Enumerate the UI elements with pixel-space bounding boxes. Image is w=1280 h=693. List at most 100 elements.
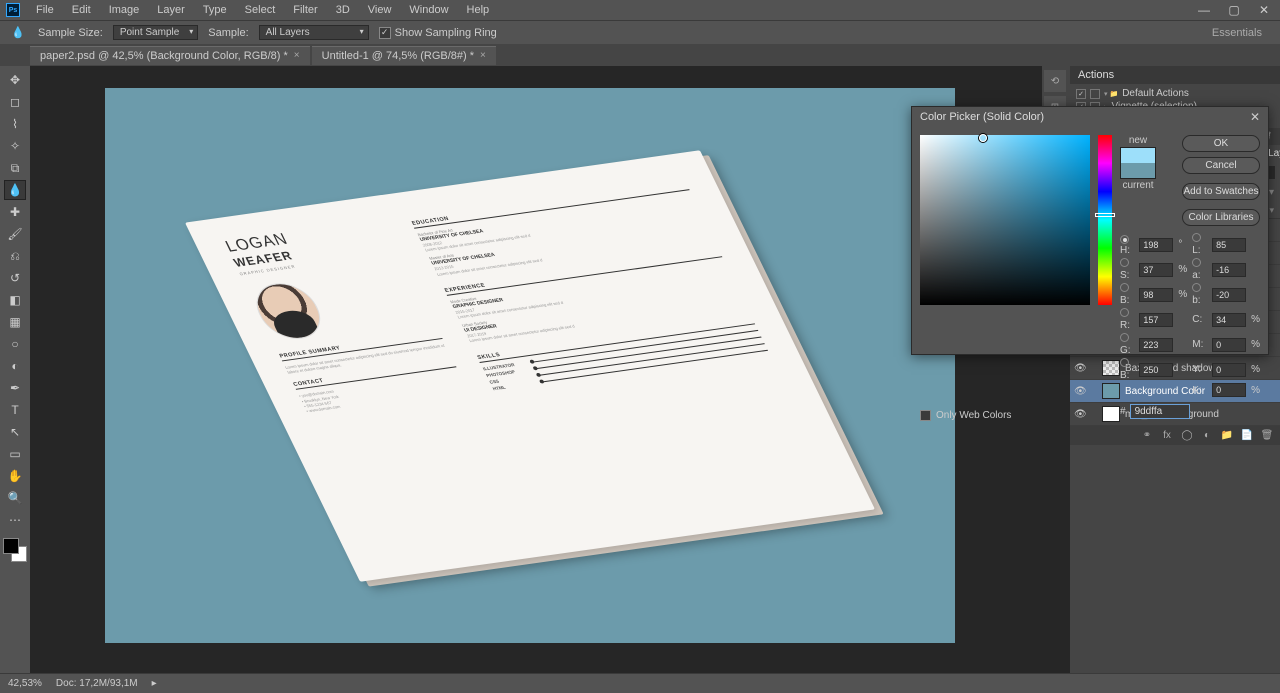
r-radio[interactable] xyxy=(1120,308,1129,317)
cancel-button[interactable]: Cancel xyxy=(1182,157,1260,174)
hex-input[interactable] xyxy=(1130,404,1190,419)
document-tab[interactable]: Untitled-1 @ 74,5% (RGB/8#) *× xyxy=(312,46,496,65)
menu-layer[interactable]: Layer xyxy=(149,2,193,18)
maximize-button[interactable]: ▢ xyxy=(1224,3,1244,17)
g-radio[interactable] xyxy=(1120,333,1129,342)
hex-label: # xyxy=(1120,406,1126,417)
saturation-value-box[interactable] xyxy=(920,135,1090,305)
s-input[interactable] xyxy=(1139,263,1173,277)
menu-select[interactable]: Select xyxy=(237,2,284,18)
y-input[interactable] xyxy=(1212,363,1246,377)
magic-wand-tool[interactable]: ✧ xyxy=(4,136,26,156)
status-bar: 42,53% Doc: 17,2M/93,1M ▸ xyxy=(0,673,1280,693)
healing-tool[interactable]: ✚ xyxy=(4,202,26,222)
menu-view[interactable]: View xyxy=(360,2,400,18)
lasso-tool[interactable]: ⌇ xyxy=(4,114,26,134)
zoom-tool[interactable]: 🔍 xyxy=(4,488,26,508)
r-input[interactable] xyxy=(1139,313,1173,327)
menu-file[interactable]: File xyxy=(28,2,62,18)
stamp-tool[interactable]: ⎌ xyxy=(4,246,26,266)
document-canvas[interactable]: LOGAN WEAFER GRAPHIC DESIGNER PROFILE SU… xyxy=(105,88,955,643)
only-web-colors-checkbox[interactable]: Only Web Colors xyxy=(920,410,1011,421)
marquee-tool[interactable]: ◻ xyxy=(4,92,26,112)
delete-layer-icon[interactable]: 🗑 xyxy=(1260,430,1274,441)
new-layer-icon[interactable]: 📄 xyxy=(1240,430,1254,441)
dialog-title: Color Picker (Solid Color) xyxy=(920,111,1044,123)
adjustment-icon[interactable]: ◐ xyxy=(1200,430,1214,441)
hand-tool[interactable]: ✋ xyxy=(4,466,26,486)
bb-radio[interactable] xyxy=(1120,358,1129,367)
crop-tool[interactable]: ⧉ xyxy=(4,158,26,178)
a-radio[interactable] xyxy=(1192,258,1201,267)
mask-icon[interactable]: ◯ xyxy=(1180,430,1194,441)
sample-dropdown[interactable]: All Layers xyxy=(259,25,369,40)
s-radio[interactable] xyxy=(1120,258,1129,267)
sample-size-label: Sample Size: xyxy=(38,27,103,39)
h-input[interactable] xyxy=(1139,238,1173,252)
menu-help[interactable]: Help xyxy=(459,2,498,18)
doc-info[interactable]: Doc: 17,2M/93,1M xyxy=(56,678,138,689)
app-logo: Ps xyxy=(6,3,20,17)
doc-info-arrow[interactable]: ▸ xyxy=(152,678,157,689)
sample-size-dropdown[interactable]: Point Sample xyxy=(113,25,198,40)
hue-slider[interactable] xyxy=(1098,135,1112,305)
g-input[interactable] xyxy=(1139,338,1173,352)
a-input[interactable] xyxy=(1212,263,1246,277)
blur-tool[interactable]: ○ xyxy=(4,334,26,354)
color-libraries-button[interactable]: Color Libraries xyxy=(1182,209,1260,226)
fx-icon[interactable]: fx xyxy=(1160,430,1174,441)
move-tool[interactable]: ✥ xyxy=(4,70,26,90)
brush-tool[interactable]: 🖌 xyxy=(4,224,26,244)
c-input[interactable] xyxy=(1212,313,1246,327)
titlebar: Ps FileEditImageLayerTypeSelectFilter3DV… xyxy=(0,0,1280,20)
tab-close-icon[interactable]: × xyxy=(480,50,486,61)
color-swatches[interactable] xyxy=(3,538,27,562)
b2-input[interactable] xyxy=(1212,288,1246,302)
edit-toolbar[interactable]: ⋯ xyxy=(4,510,26,530)
gradient-tool[interactable]: ▦ xyxy=(4,312,26,332)
m-input[interactable] xyxy=(1212,338,1246,352)
k-input[interactable] xyxy=(1212,383,1246,397)
path-tool[interactable]: ↖ xyxy=(4,422,26,442)
dialog-close-icon[interactable]: ✕ xyxy=(1250,110,1260,124)
zoom-level[interactable]: 42,53% xyxy=(8,678,42,689)
eraser-tool[interactable]: ◧ xyxy=(4,290,26,310)
menu-window[interactable]: Window xyxy=(401,2,456,18)
b-radio[interactable] xyxy=(1120,283,1129,292)
menu-3d[interactable]: 3D xyxy=(328,2,358,18)
action-item[interactable]: ✓▾ 📁Default Actions xyxy=(1076,87,1274,100)
tab-close-icon[interactable]: × xyxy=(294,50,300,61)
type-tool[interactable]: T xyxy=(4,400,26,420)
close-button[interactable]: ✕ xyxy=(1254,3,1274,17)
menu-edit[interactable]: Edit xyxy=(64,2,99,18)
minimize-button[interactable]: — xyxy=(1194,3,1214,17)
b2-radio[interactable] xyxy=(1192,283,1201,292)
window-controls: — ▢ ✕ xyxy=(1194,3,1274,17)
link-layers-icon[interactable]: ⚭ xyxy=(1140,430,1154,441)
menu-type[interactable]: Type xyxy=(195,2,235,18)
menu-filter[interactable]: Filter xyxy=(285,2,325,18)
foreground-color-swatch[interactable] xyxy=(3,538,19,554)
h-radio[interactable] xyxy=(1120,235,1129,244)
l-input[interactable] xyxy=(1212,238,1246,252)
only-web-colors-label: Only Web Colors xyxy=(936,410,1011,421)
pen-tool[interactable]: ✒ xyxy=(4,378,26,398)
show-sampling-ring-checkbox[interactable]: ✓ Show Sampling Ring xyxy=(379,27,497,39)
add-to-swatches-button[interactable]: Add to Swatches xyxy=(1182,183,1260,200)
dodge-tool[interactable]: ◐ xyxy=(4,356,26,376)
l-radio[interactable] xyxy=(1192,233,1201,242)
history-brush-tool[interactable]: ↺ xyxy=(4,268,26,288)
menu-image[interactable]: Image xyxy=(101,2,148,18)
group-icon[interactable]: 📁 xyxy=(1220,430,1234,441)
current-color-label: current xyxy=(1122,180,1153,191)
history-dock-icon[interactable]: ⟲ xyxy=(1044,70,1066,92)
bb-input[interactable] xyxy=(1139,363,1173,377)
workspace-switcher[interactable]: Essentials xyxy=(1202,27,1272,39)
eyedropper-tool[interactable]: 💧 xyxy=(4,180,26,200)
eyedropper-icon[interactable]: 💧 xyxy=(8,23,28,43)
avatar-image xyxy=(246,279,330,342)
ok-button[interactable]: OK xyxy=(1182,135,1260,152)
document-tab[interactable]: paper2.psd @ 42,5% (Background Color, RG… xyxy=(30,46,310,65)
shape-tool[interactable]: ▭ xyxy=(4,444,26,464)
b-input[interactable] xyxy=(1139,288,1173,302)
